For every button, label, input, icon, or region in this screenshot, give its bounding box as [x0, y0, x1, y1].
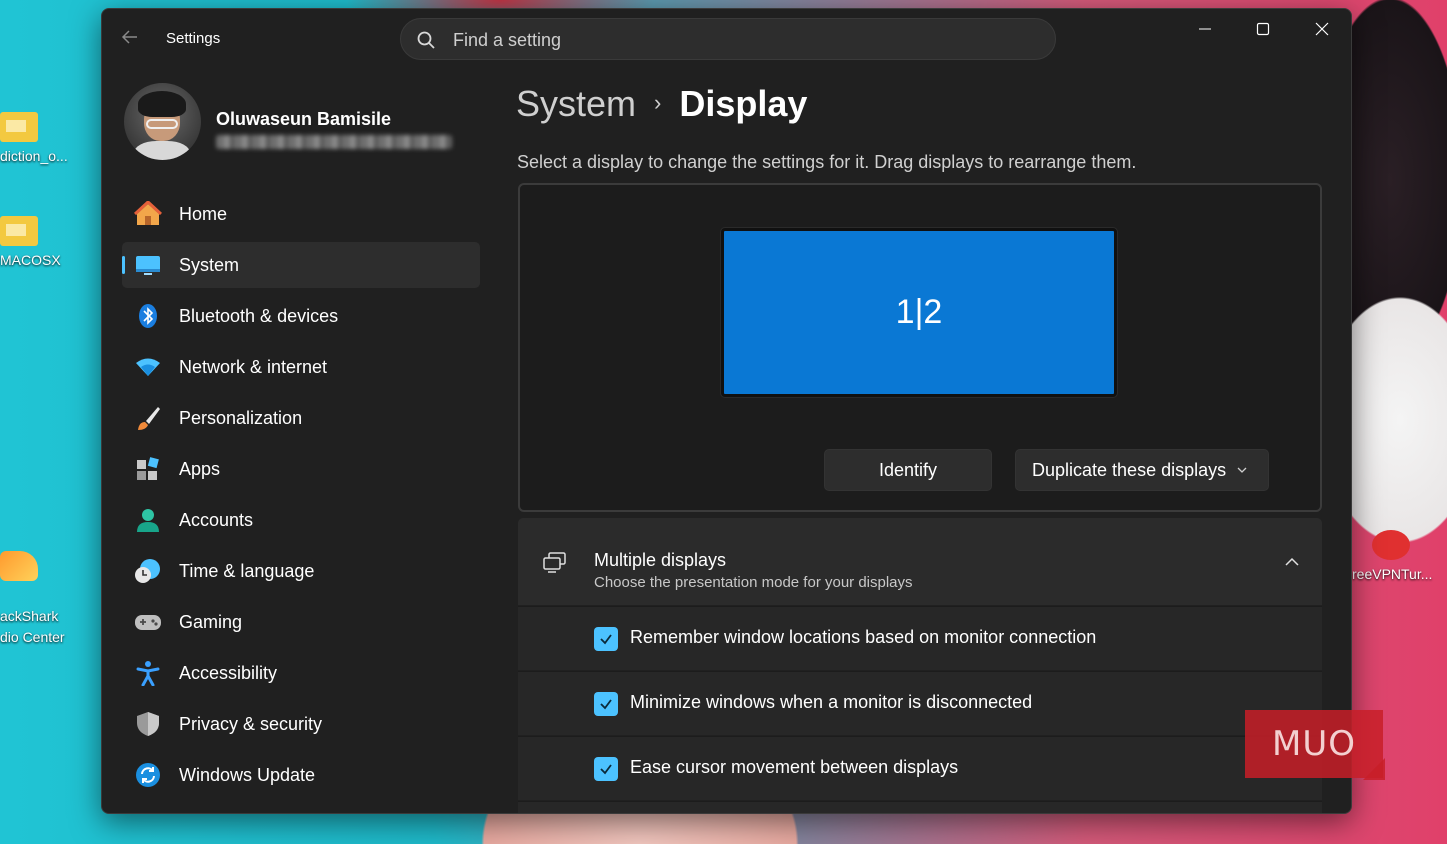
muo-watermark-logo: MUO	[1245, 710, 1385, 780]
folder-icon	[0, 216, 38, 246]
sidebar-item-label: Network & internet	[179, 356, 328, 377]
sidebar-item-system[interactable]: System	[122, 242, 480, 288]
option-row-remember-window-locations: Remember window locations based on monit…	[518, 606, 1322, 670]
display-arrangement-panel: 1|2 Identify Duplicate these displays	[518, 183, 1322, 512]
sidebar-item-home[interactable]: Home	[122, 191, 480, 237]
home-icon	[134, 201, 162, 225]
sidebar-item-personalization[interactable]: Personalization	[122, 395, 480, 441]
multiple-displays-description: Choose the presentation mode for your di…	[594, 574, 913, 591]
identify-button[interactable]: Identify	[824, 449, 992, 491]
desktop-icon-label: diction_o...	[0, 148, 68, 164]
sidebar-item-label: Apps	[179, 458, 221, 479]
ease-cursor-checkbox[interactable]	[594, 757, 618, 781]
search-icon	[417, 31, 435, 49]
apps-icon	[137, 457, 159, 480]
multiple-displays-header[interactable]: Multiple displays Choose the presentatio…	[518, 518, 1322, 605]
desktop-app-icon-vpn[interactable]: reeVPNTur...	[1352, 530, 1442, 585]
system-icon	[136, 256, 160, 275]
sidebar-item-apps[interactable]: Apps	[122, 446, 480, 492]
desktop-folder-icon-2[interactable]: MACOSX	[0, 216, 90, 271]
checkmark-icon	[600, 764, 612, 775]
user-name: Oluwaseun Bamisile	[216, 109, 392, 129]
back-button[interactable]	[120, 27, 142, 49]
monitor-number-label: 1|2	[895, 293, 943, 331]
sidebar-item-label: Bluetooth & devices	[179, 305, 339, 326]
monitor-tile[interactable]: 1|2	[720, 227, 1118, 398]
display-mode-dropdown[interactable]: Duplicate these displays	[1015, 449, 1269, 491]
sidebar-item-label: Accessibility	[179, 662, 278, 683]
sidebar-item-accessibility[interactable]: Accessibility	[122, 650, 480, 696]
search-placeholder: Find a setting	[453, 30, 562, 50]
sidebar-item-accounts[interactable]: Accounts	[122, 497, 480, 543]
breadcrumb-parent[interactable]: System	[516, 83, 636, 124]
app-shortcut-icon	[1372, 530, 1410, 560]
multiple-displays-title: Multiple displays	[594, 550, 727, 570]
option-label: Ease cursor movement between displays	[630, 757, 959, 777]
sidebar-item-label: Privacy & security	[179, 713, 323, 734]
option-label: Remember window locations based on monit…	[630, 627, 1097, 647]
minimize-button[interactable]	[1176, 9, 1234, 49]
shield-icon	[137, 712, 159, 736]
option-row-partial	[518, 801, 1322, 813]
desktop-icon-label: MACOSX	[0, 252, 61, 268]
sidebar-item-label: Windows Update	[179, 764, 316, 785]
folder-icon	[0, 112, 38, 142]
sidebar-nav: Home System Bluetooth & devices Network …	[122, 191, 480, 803]
minimize-windows-checkbox[interactable]	[594, 692, 618, 716]
desktop-app-icon-blackshark[interactable]: ackShark dio Center	[0, 530, 90, 669]
option-row-ease-cursor: Ease cursor movement between displays	[518, 736, 1322, 800]
clock-globe-icon	[135, 559, 160, 583]
app-title: Settings	[166, 30, 221, 47]
checkmark-icon	[600, 634, 612, 645]
breadcrumb-separator: ›	[654, 90, 662, 115]
maximize-button[interactable]	[1234, 9, 1292, 49]
display-mode-selected: Duplicate these displays	[1032, 459, 1227, 480]
sidebar-item-windows-update[interactable]: Windows Update	[122, 752, 480, 798]
search-box[interactable]: Find a setting	[400, 18, 1056, 60]
gamepad-icon	[135, 615, 161, 630]
brush-icon	[138, 407, 160, 430]
option-label: Minimize windows when a monitor is disco…	[630, 692, 1033, 712]
close-button[interactable]	[1293, 9, 1351, 49]
title-bar: Settings Find a setting	[102, 9, 1351, 69]
app-shortcut-icon	[0, 551, 38, 581]
multiple-displays-icon	[543, 552, 566, 573]
chevron-up-icon[interactable]	[1284, 556, 1300, 568]
avatar	[124, 83, 201, 160]
sidebar-item-label: Accounts	[179, 509, 254, 530]
bluetooth-icon	[139, 304, 157, 328]
breadcrumb: System › Display	[516, 83, 807, 125]
sidebar-item-time-language[interactable]: Time & language	[122, 548, 480, 594]
watermark-text: MUO	[1272, 724, 1356, 764]
sidebar-item-label: Gaming	[179, 611, 243, 632]
sidebar-item-privacy-security[interactable]: Privacy & security	[122, 701, 480, 747]
back-arrow-icon	[121, 30, 137, 44]
chevron-down-icon	[1237, 467, 1247, 473]
accounts-icon	[137, 509, 159, 532]
page-title: Display	[679, 83, 808, 124]
settings-window: Settings Find a setting Oluwaseun Bamisi…	[101, 8, 1352, 814]
sidebar-item-label: Home	[179, 203, 228, 224]
checkmark-icon	[600, 699, 612, 710]
option-row-minimize-windows: Minimize windows when a monitor is disco…	[518, 671, 1322, 735]
sidebar-item-network[interactable]: Network & internet	[122, 344, 480, 390]
sidebar-item-bluetooth[interactable]: Bluetooth & devices	[122, 293, 480, 339]
page-subtitle: Select a display to change the settings …	[517, 152, 1137, 172]
accessibility-icon	[136, 661, 160, 686]
minimize-icon	[1199, 28, 1211, 30]
update-icon	[136, 763, 160, 787]
maximize-icon	[1256, 22, 1270, 36]
wifi-icon	[136, 358, 160, 376]
remember-window-locations-checkbox[interactable]	[594, 627, 618, 651]
sidebar-item-label: System	[179, 254, 240, 275]
desktop-folder-icon-1[interactable]: diction_o...	[0, 112, 90, 167]
sidebar-item-label: Time & language	[179, 560, 315, 581]
close-icon	[1315, 22, 1329, 36]
user-email-redacted	[216, 135, 452, 149]
desktop-icon-label: reeVPNTur...	[1352, 566, 1433, 582]
desktop-icon-label: ackShark dio Center	[0, 608, 65, 645]
sidebar-item-gaming[interactable]: Gaming	[122, 599, 480, 645]
sidebar-item-label: Personalization	[179, 407, 303, 428]
